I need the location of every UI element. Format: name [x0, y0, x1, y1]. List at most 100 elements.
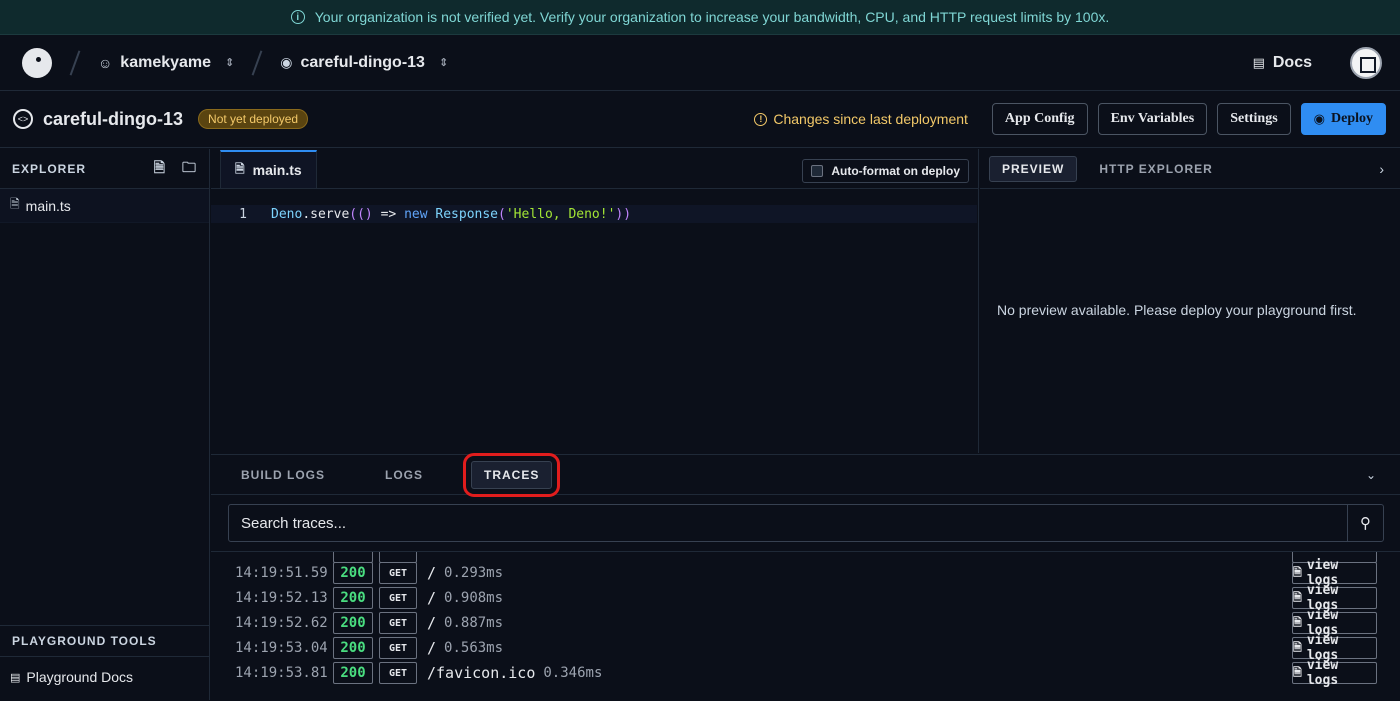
trace-path: /	[427, 614, 437, 632]
project-name: careful-dingo-13	[300, 53, 425, 71]
file-icon: 🗎	[1293, 640, 1302, 654]
trace-time: 14:19:52.62	[235, 615, 328, 631]
trace-path: /favicon.ico	[427, 664, 536, 682]
new-folder-icon[interactable]: 🗀	[182, 157, 197, 181]
tab-preview[interactable]: PREVIEW	[989, 155, 1078, 182]
changes-text: Changes since last deployment	[773, 111, 968, 127]
env-variables-button[interactable]: Env Variables	[1097, 103, 1208, 135]
tab-build-logs[interactable]: BUILD LOGS	[229, 461, 337, 489]
docs-link[interactable]: ▤ Docs	[1253, 54, 1312, 72]
explorer-pane: EXPLORER 🗎 🗀 🗎 main.ts PLAYGROUND TOOLS …	[0, 149, 210, 700]
view-logs-button[interactable]: 🗎 view logs	[1292, 583, 1377, 613]
traces-list[interactable]: 14:19:51.59 200 GET / 0.293ms 🗎 view logs…	[211, 551, 1400, 701]
view-logs-label: view logs	[1306, 658, 1339, 688]
trace-status: 200	[333, 612, 373, 634]
code-icon: <>	[13, 109, 33, 129]
tab-logs[interactable]: LOGS	[373, 461, 435, 489]
file-item-main-ts[interactable]: 🗎 main.ts	[0, 189, 209, 223]
autoformat-label: Auto-format on deploy	[831, 164, 960, 178]
code-editor[interactable]: 🗎 main.ts Auto-format on deploy 1 Deno. s…	[211, 149, 979, 453]
breadcrumb-separator	[251, 49, 263, 76]
code-token: =>	[372, 206, 405, 222]
search-traces-bar: ⚲	[228, 504, 1384, 542]
trace-row: 14:19:51.59 200 GET / 0.293ms 🗎 view logs	[211, 558, 1400, 588]
view-logs-button[interactable]: 🗎 view logs	[1292, 633, 1377, 663]
tab-traces[interactable]: TRACES	[462, 452, 561, 497]
book-icon: ▤	[10, 671, 21, 684]
verification-banner: i Your organization is not verified yet.…	[0, 0, 1400, 35]
preview-pane: PREVIEW HTTP EXPLORER › No preview avail…	[980, 149, 1400, 453]
file-icon: 🗎	[1293, 565, 1302, 579]
deno-logo-icon[interactable]	[22, 47, 52, 78]
bottom-tabbar: BUILD LOGS LOGS TRACES ⌄	[211, 452, 1400, 497]
deploy-button[interactable]: ◉ Deploy	[1300, 103, 1386, 135]
search-icon[interactable]: ⚲	[1347, 505, 1383, 541]
editor-tabbar: 🗎 main.ts Auto-format on deploy	[211, 149, 978, 189]
code-token: new	[404, 206, 428, 222]
file-icon: 🗎	[1293, 590, 1302, 604]
view-logs-button[interactable]: 🗎 view logs	[1292, 608, 1377, 638]
view-logs-button[interactable]: 🗎 view logs	[1292, 558, 1377, 588]
trace-status: 200	[333, 637, 373, 659]
code-token: Response	[427, 206, 499, 222]
new-file-icon[interactable]: 🗎	[154, 157, 166, 181]
user-avatar[interactable]	[1350, 46, 1382, 79]
code-token: ()	[357, 206, 373, 222]
trace-method: GET	[379, 637, 417, 659]
chevron-updown-icon: ⇕	[225, 57, 235, 69]
file-icon: 🗎	[1293, 615, 1302, 629]
tab-http-explorer[interactable]: HTTP EXPLORER	[1087, 156, 1224, 182]
project-switcher[interactable]: ◉ careful-dingo-13 ⇕	[280, 54, 448, 72]
top-navigation: ☺ kamekyame ⇕ ◉ careful-dingo-13 ⇕ ▤ Doc…	[0, 35, 1400, 91]
preview-tabbar: PREVIEW HTTP EXPLORER ›	[980, 149, 1400, 189]
trace-duration: 0.908ms	[444, 590, 504, 606]
changes-notice: ! Changes since last deployment	[754, 111, 968, 127]
project-bar: <> careful-dingo-13 Not yet deployed ! C…	[0, 91, 1400, 148]
trace-row: 14:19:53.04 200 GET / 0.563ms 🗎 view logs	[211, 633, 1400, 663]
trace-method: GET	[379, 587, 417, 609]
trace-time: 14:19:51.59	[235, 565, 328, 581]
trace-status: 200	[333, 562, 373, 584]
docs-label: Docs	[1272, 53, 1312, 71]
trace-path: /	[427, 589, 437, 607]
trace-method: GET	[379, 662, 417, 684]
breadcrumb-separator	[69, 49, 81, 76]
file-icon: 🗎	[10, 197, 20, 211]
trace-row: 14:19:52.13 200 GET / 0.908ms 🗎 view logs	[211, 583, 1400, 613]
org-switcher[interactable]: ☺ kamekyame ⇕	[98, 54, 234, 72]
deploy-label: Deploy	[1331, 111, 1373, 126]
chevron-updown-icon: ⇕	[438, 57, 449, 69]
trace-duration: 0.293ms	[444, 565, 504, 581]
view-logs-button[interactable]: 🗎 view logs	[1292, 658, 1377, 688]
users-icon: ☺	[98, 54, 113, 71]
bottom-panel: BUILD LOGS LOGS TRACES ⌄ ⚲ 14:19:51.59 2…	[211, 452, 1400, 701]
app-config-button[interactable]: App Config	[991, 103, 1088, 135]
playground-icon: ◉	[280, 54, 293, 70]
warning-icon: !	[754, 112, 768, 126]
trace-method: GET	[379, 562, 417, 584]
autoformat-toggle[interactable]: Auto-format on deploy	[802, 159, 969, 183]
chevron-right-icon[interactable]: ›	[1379, 161, 1384, 177]
trace-path: /	[427, 639, 437, 657]
trace-time: 14:19:52.13	[235, 590, 328, 606]
trace-row: 14:19:52.62 200 GET / 0.887ms 🗎 view logs	[211, 608, 1400, 638]
trace-status: 200	[333, 587, 373, 609]
explorer-title: EXPLORER	[12, 161, 87, 176]
chevron-down-icon[interactable]: ⌄	[1366, 468, 1376, 482]
settings-button[interactable]: Settings	[1217, 103, 1291, 135]
code-token: Deno	[271, 206, 303, 222]
search-traces-input[interactable]	[229, 505, 1347, 541]
tab-main-ts[interactable]: 🗎 main.ts	[220, 150, 317, 188]
trace-path: /	[427, 564, 437, 582]
playground-docs-link[interactable]: ▤ Playground Docs	[0, 659, 209, 695]
trace-duration: 0.563ms	[444, 640, 504, 656]
code-token: (	[498, 206, 506, 222]
trace-method: GET	[379, 612, 417, 634]
explorer-header: EXPLORER 🗎 🗀	[0, 149, 209, 189]
code-line[interactable]: 1 Deno. serve(() => new Response('Hello, …	[211, 205, 977, 223]
banner-text: Your organization is not verified yet. V…	[314, 9, 1110, 25]
status-badge: Not yet deployed	[198, 109, 309, 129]
preview-message: No preview available. Please deploy your…	[997, 302, 1357, 318]
file-name: main.ts	[25, 197, 71, 214]
autoformat-checkbox[interactable]	[811, 165, 824, 177]
